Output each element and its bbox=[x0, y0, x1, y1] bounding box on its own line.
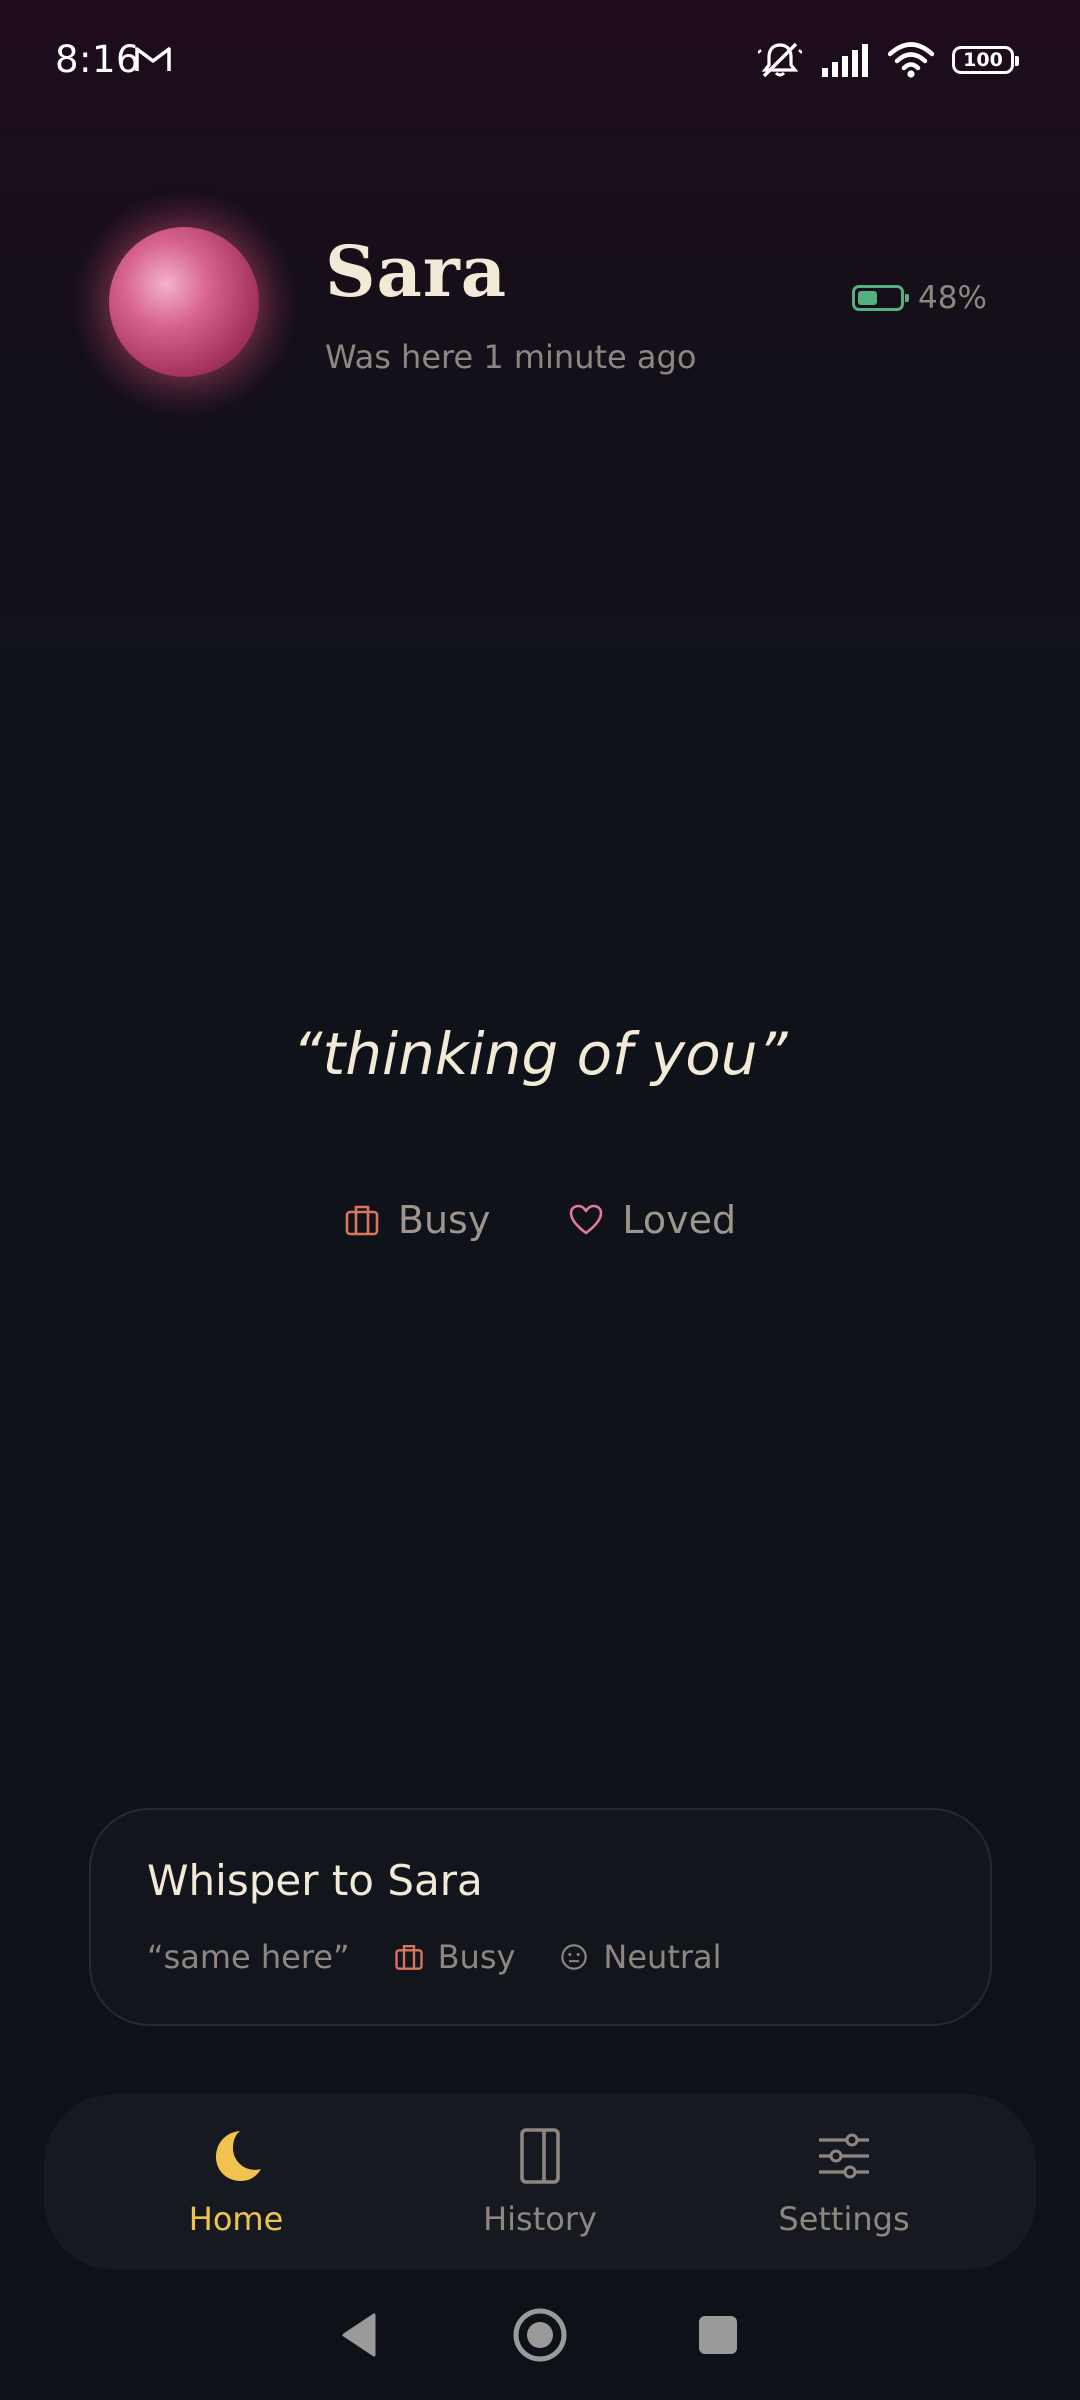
whisper-mood-label: Busy bbox=[437, 1938, 516, 1976]
nav-label: Settings bbox=[778, 2200, 910, 2238]
whisper-mood-busy: Busy bbox=[394, 1938, 516, 1976]
mood-row: Busy Loved bbox=[0, 1198, 1080, 1242]
system-nav-bar bbox=[0, 2300, 1080, 2370]
status-icons: 100 bbox=[758, 40, 1019, 80]
sliders-icon bbox=[819, 2133, 869, 2179]
nav-label: Home bbox=[188, 2200, 284, 2238]
mood-label: Loved bbox=[622, 1198, 737, 1242]
mute-icon bbox=[758, 42, 802, 78]
last-seen: Was here 1 minute ago bbox=[325, 338, 697, 376]
status-time: 8:16 bbox=[55, 38, 141, 81]
whisper-quote: “same here” bbox=[147, 1938, 350, 1976]
mood-label: Busy bbox=[397, 1198, 491, 1242]
whisper-title: Whisper to Sara bbox=[147, 1856, 483, 1905]
wifi-icon bbox=[888, 42, 934, 78]
nav-history[interactable]: History bbox=[440, 2126, 640, 2238]
partner-battery-text: 48% bbox=[918, 280, 987, 316]
back-icon[interactable] bbox=[334, 2307, 390, 2363]
mood-loved: Loved bbox=[568, 1198, 736, 1242]
home-icon[interactable] bbox=[512, 2307, 568, 2363]
recents-icon[interactable] bbox=[690, 2307, 746, 2363]
signal-icon bbox=[822, 44, 868, 77]
whisper-mood-label: Neutral bbox=[603, 1938, 722, 1976]
moon-icon bbox=[216, 2131, 261, 2181]
partner-battery: 48% bbox=[852, 280, 987, 316]
briefcase-icon bbox=[345, 1205, 379, 1236]
avatar[interactable] bbox=[109, 227, 259, 377]
phone-battery-level: 100 bbox=[963, 49, 1003, 71]
status-quote: “thinking of you” bbox=[292, 1020, 788, 1088]
whisper-mood-neutral: Neutral bbox=[559, 1938, 722, 1976]
nav-home[interactable]: Home bbox=[136, 2126, 336, 2238]
book-icon bbox=[520, 2128, 560, 2184]
contact-name: Sara bbox=[325, 230, 508, 313]
whisper-card[interactable]: Whisper to Sara “same here” Busy Neutral bbox=[89, 1808, 992, 2026]
briefcase-icon bbox=[394, 1945, 423, 1970]
bottom-nav: Home History Settings bbox=[44, 2094, 1036, 2270]
heart-icon bbox=[570, 1204, 603, 1235]
mood-busy: Busy bbox=[344, 1198, 490, 1242]
battery-icon: 100 bbox=[952, 46, 1019, 74]
gmail-icon bbox=[135, 47, 171, 71]
battery-fill bbox=[858, 291, 878, 305]
nav-label: History bbox=[483, 2200, 597, 2238]
neutral-face-icon bbox=[561, 1944, 588, 1970]
battery-icon bbox=[852, 285, 909, 311]
nav-settings[interactable]: Settings bbox=[744, 2126, 944, 2238]
whisper-summary: “same here” Busy Neutral bbox=[147, 1938, 722, 1976]
